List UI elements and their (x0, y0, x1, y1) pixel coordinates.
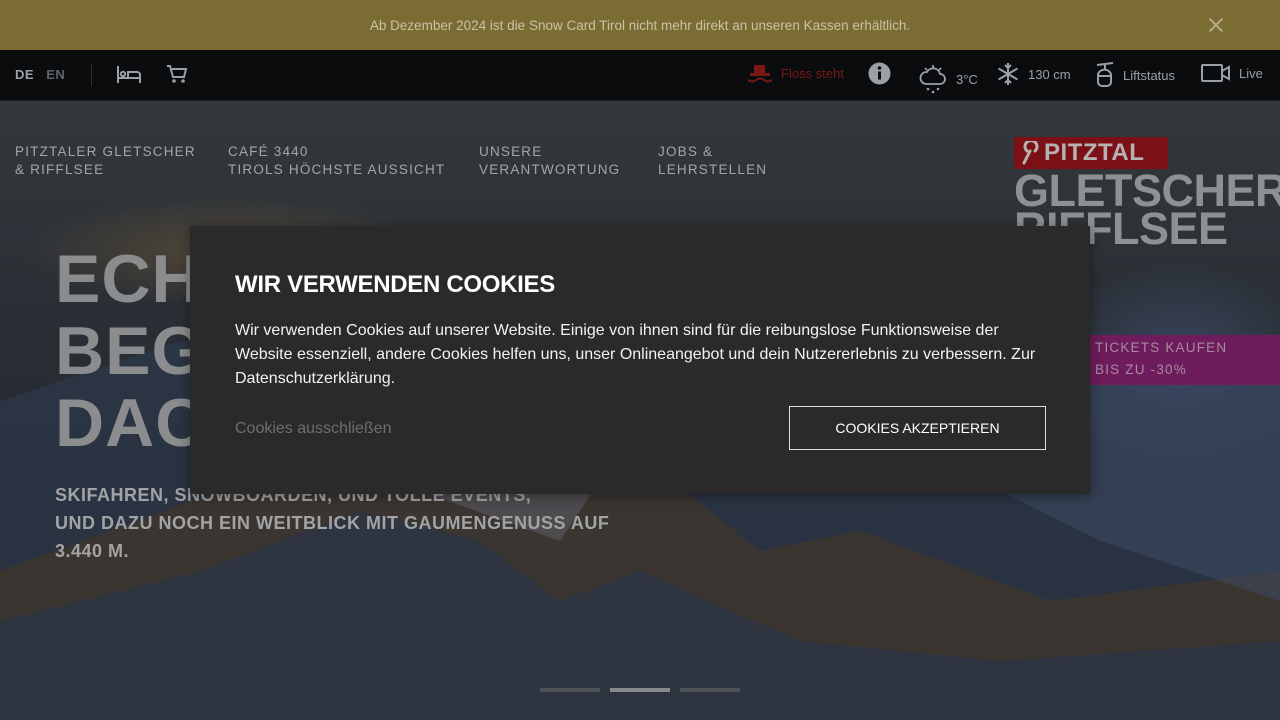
nav-label-line1: JOBS & (658, 144, 714, 159)
divider (91, 64, 92, 86)
lang-de-link[interactable]: DE (15, 67, 34, 82)
announcement-text: Ab Dezember 2024 ist die Snow Card Tirol… (369, 17, 911, 33)
temperature-value: 3°C (956, 71, 978, 87)
cookie-title: WIR VERWENDEN COOKIES (235, 271, 555, 298)
cookie-deny-button[interactable]: Cookies ausschließen (235, 420, 392, 438)
language-switcher: DE EN (15, 67, 73, 82)
live-link[interactable]: Live (1201, 62, 1263, 84)
nav-item-gletscher[interactable]: PITZTALER GLETSCHER & RIFFLSEE (15, 143, 196, 179)
floss-status-text: Floss steht (781, 65, 844, 81)
nav-label-line1: UNSERE (479, 144, 543, 159)
liftstatus-link[interactable]: Liftstatus (1093, 62, 1175, 88)
logo-badge-text: PITZTAL (1044, 139, 1145, 166)
cookie-dialog: WIR VERWENDEN COOKIES Wir verwenden Cook… (190, 226, 1090, 494)
floss-status[interactable]: Floss steht (747, 62, 844, 84)
nav-item-cafe[interactable]: CAFÉ 3440 TIROLS HÖCHSTE AUSSICHT (228, 143, 445, 179)
snow-status[interactable]: 130 cm (996, 62, 1071, 86)
nav-label-line2: TIROLS HÖCHSTE AUSSICHT (228, 162, 446, 177)
headline-line1: ECH (55, 241, 202, 317)
camera-icon (1201, 64, 1230, 82)
weather-icon (919, 65, 946, 94)
cookie-text: Wir verwenden Cookies auf unserer Websit… (235, 322, 1036, 387)
bed-icon[interactable] (116, 63, 142, 90)
info-icon (868, 62, 891, 85)
headline-line3: DAC (55, 385, 206, 461)
nav-label-line2: & RIFFLSEE (15, 162, 105, 177)
tickets-button[interactable]: TICKETS KAUFEN BIS ZU -30% (1089, 335, 1280, 385)
slider-pagination (540, 688, 740, 692)
nav-item-jobs[interactable]: JOBS & LEHRSTELLEN (658, 143, 767, 179)
lang-en-link[interactable]: EN (46, 67, 65, 82)
liftstatus-label: Liftstatus (1123, 67, 1176, 83)
slider-dot[interactable] (540, 688, 600, 692)
subline-line2: UND DAZU NOCH EIN WEITBLICK MIT GAUMENGE… (55, 513, 610, 533)
cart-icon[interactable] (166, 63, 188, 90)
hero-headline: ECH BEG DAC (55, 243, 205, 459)
nav-label-line1: CAFÉ 3440 (228, 144, 309, 159)
info-button[interactable] (868, 62, 891, 85)
announcement-banner: Ab Dezember 2024 ist die Snow Card Tirol… (0, 0, 1280, 50)
subline-line3: 3.440 M. (55, 541, 130, 561)
nav-label-line2: LEHRSTELLEN (658, 162, 768, 177)
snow-depth-value: 130 cm (1028, 66, 1071, 82)
nav-label-line2: VERANTWORTUNG (479, 162, 621, 177)
live-label: Live (1239, 65, 1263, 81)
nav-label-line1: PITZTALER GLETSCHER (15, 144, 196, 159)
nav-item-verantwortung[interactable]: UNSERE VERANTWORTUNG (479, 143, 620, 179)
headline-line2: BEG (55, 313, 206, 389)
snowflake-icon (997, 63, 1019, 85)
cookie-accept-button[interactable]: COOKIES AKZEPTIEREN (789, 406, 1046, 450)
slider-dot-active[interactable] (610, 688, 670, 692)
utility-bar: DE EN (0, 50, 1280, 101)
lift-icon (1096, 62, 1114, 87)
tickets-label: TICKETS KAUFEN (1095, 340, 1228, 355)
tickets-discount: BIS ZU -30% (1095, 362, 1187, 377)
close-icon[interactable] (1204, 13, 1228, 37)
raft-icon (748, 65, 772, 83)
weather-status[interactable]: 3°C (918, 62, 978, 96)
slider-dot[interactable] (680, 688, 740, 692)
